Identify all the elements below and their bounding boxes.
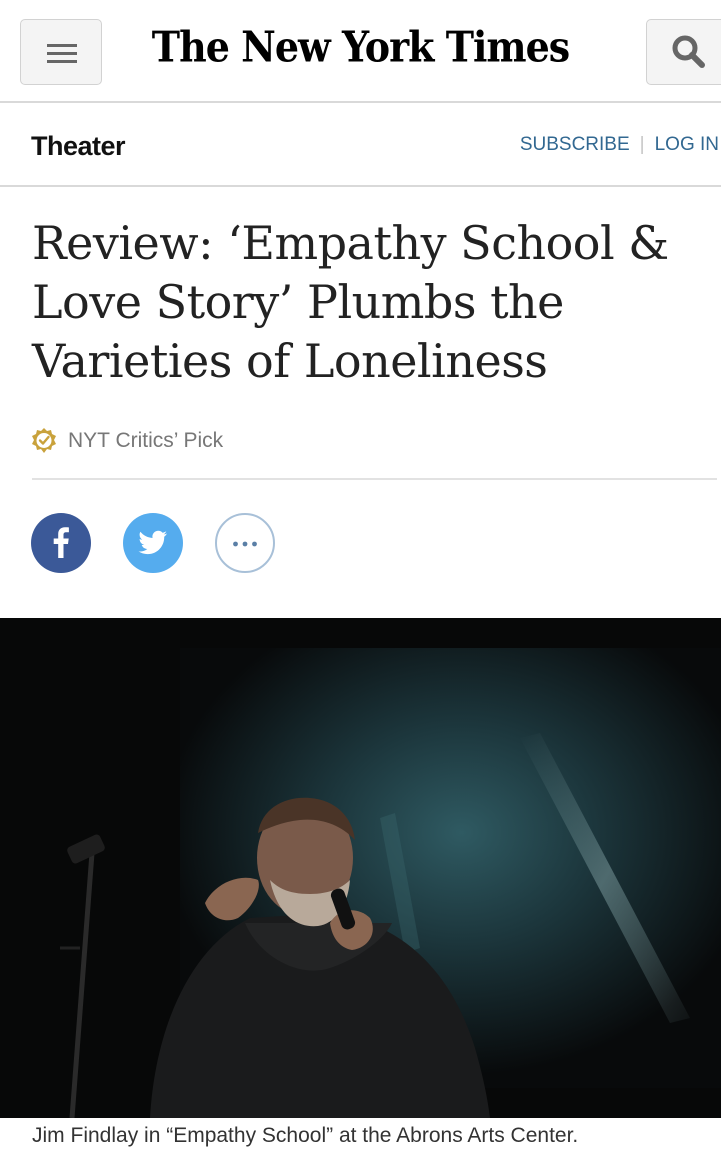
search-icon (672, 35, 705, 68)
facebook-icon (53, 527, 69, 558)
stage-photo-image (0, 618, 721, 1118)
subscribe-link[interactable]: SUBSCRIBE (520, 134, 630, 155)
top-bar: The New York Times (0, 0, 721, 103)
share-more-button[interactable] (215, 513, 275, 573)
article-headline: Review: ‘Empathy School & Love Story’ Pl… (32, 216, 669, 388)
critics-pick-badge-icon (32, 428, 56, 453)
critics-pick-label: NYT Critics’ Pick (68, 429, 224, 452)
login-link[interactable]: LOG IN (655, 134, 719, 155)
account-links: SUBSCRIBE | LOG IN (520, 134, 719, 156)
divider (32, 478, 717, 480)
section-bar: Theater SUBSCRIBE | LOG IN (0, 103, 721, 187)
search-button[interactable] (646, 19, 721, 85)
photo-caption: Jim Findlay in “Empathy School” at the A… (32, 1124, 579, 1147)
twitter-icon (138, 530, 167, 555)
more-icon (233, 541, 257, 547)
link-separator: | (639, 134, 645, 155)
nyt-logo[interactable]: The New York Times (0, 22, 721, 72)
article-photo[interactable] (0, 618, 721, 1118)
critics-pick: NYT Critics’ Pick (30, 424, 223, 458)
share-twitter-button[interactable] (123, 513, 183, 573)
section-title[interactable]: Theater (31, 131, 126, 162)
share-facebook-button[interactable] (31, 513, 91, 573)
